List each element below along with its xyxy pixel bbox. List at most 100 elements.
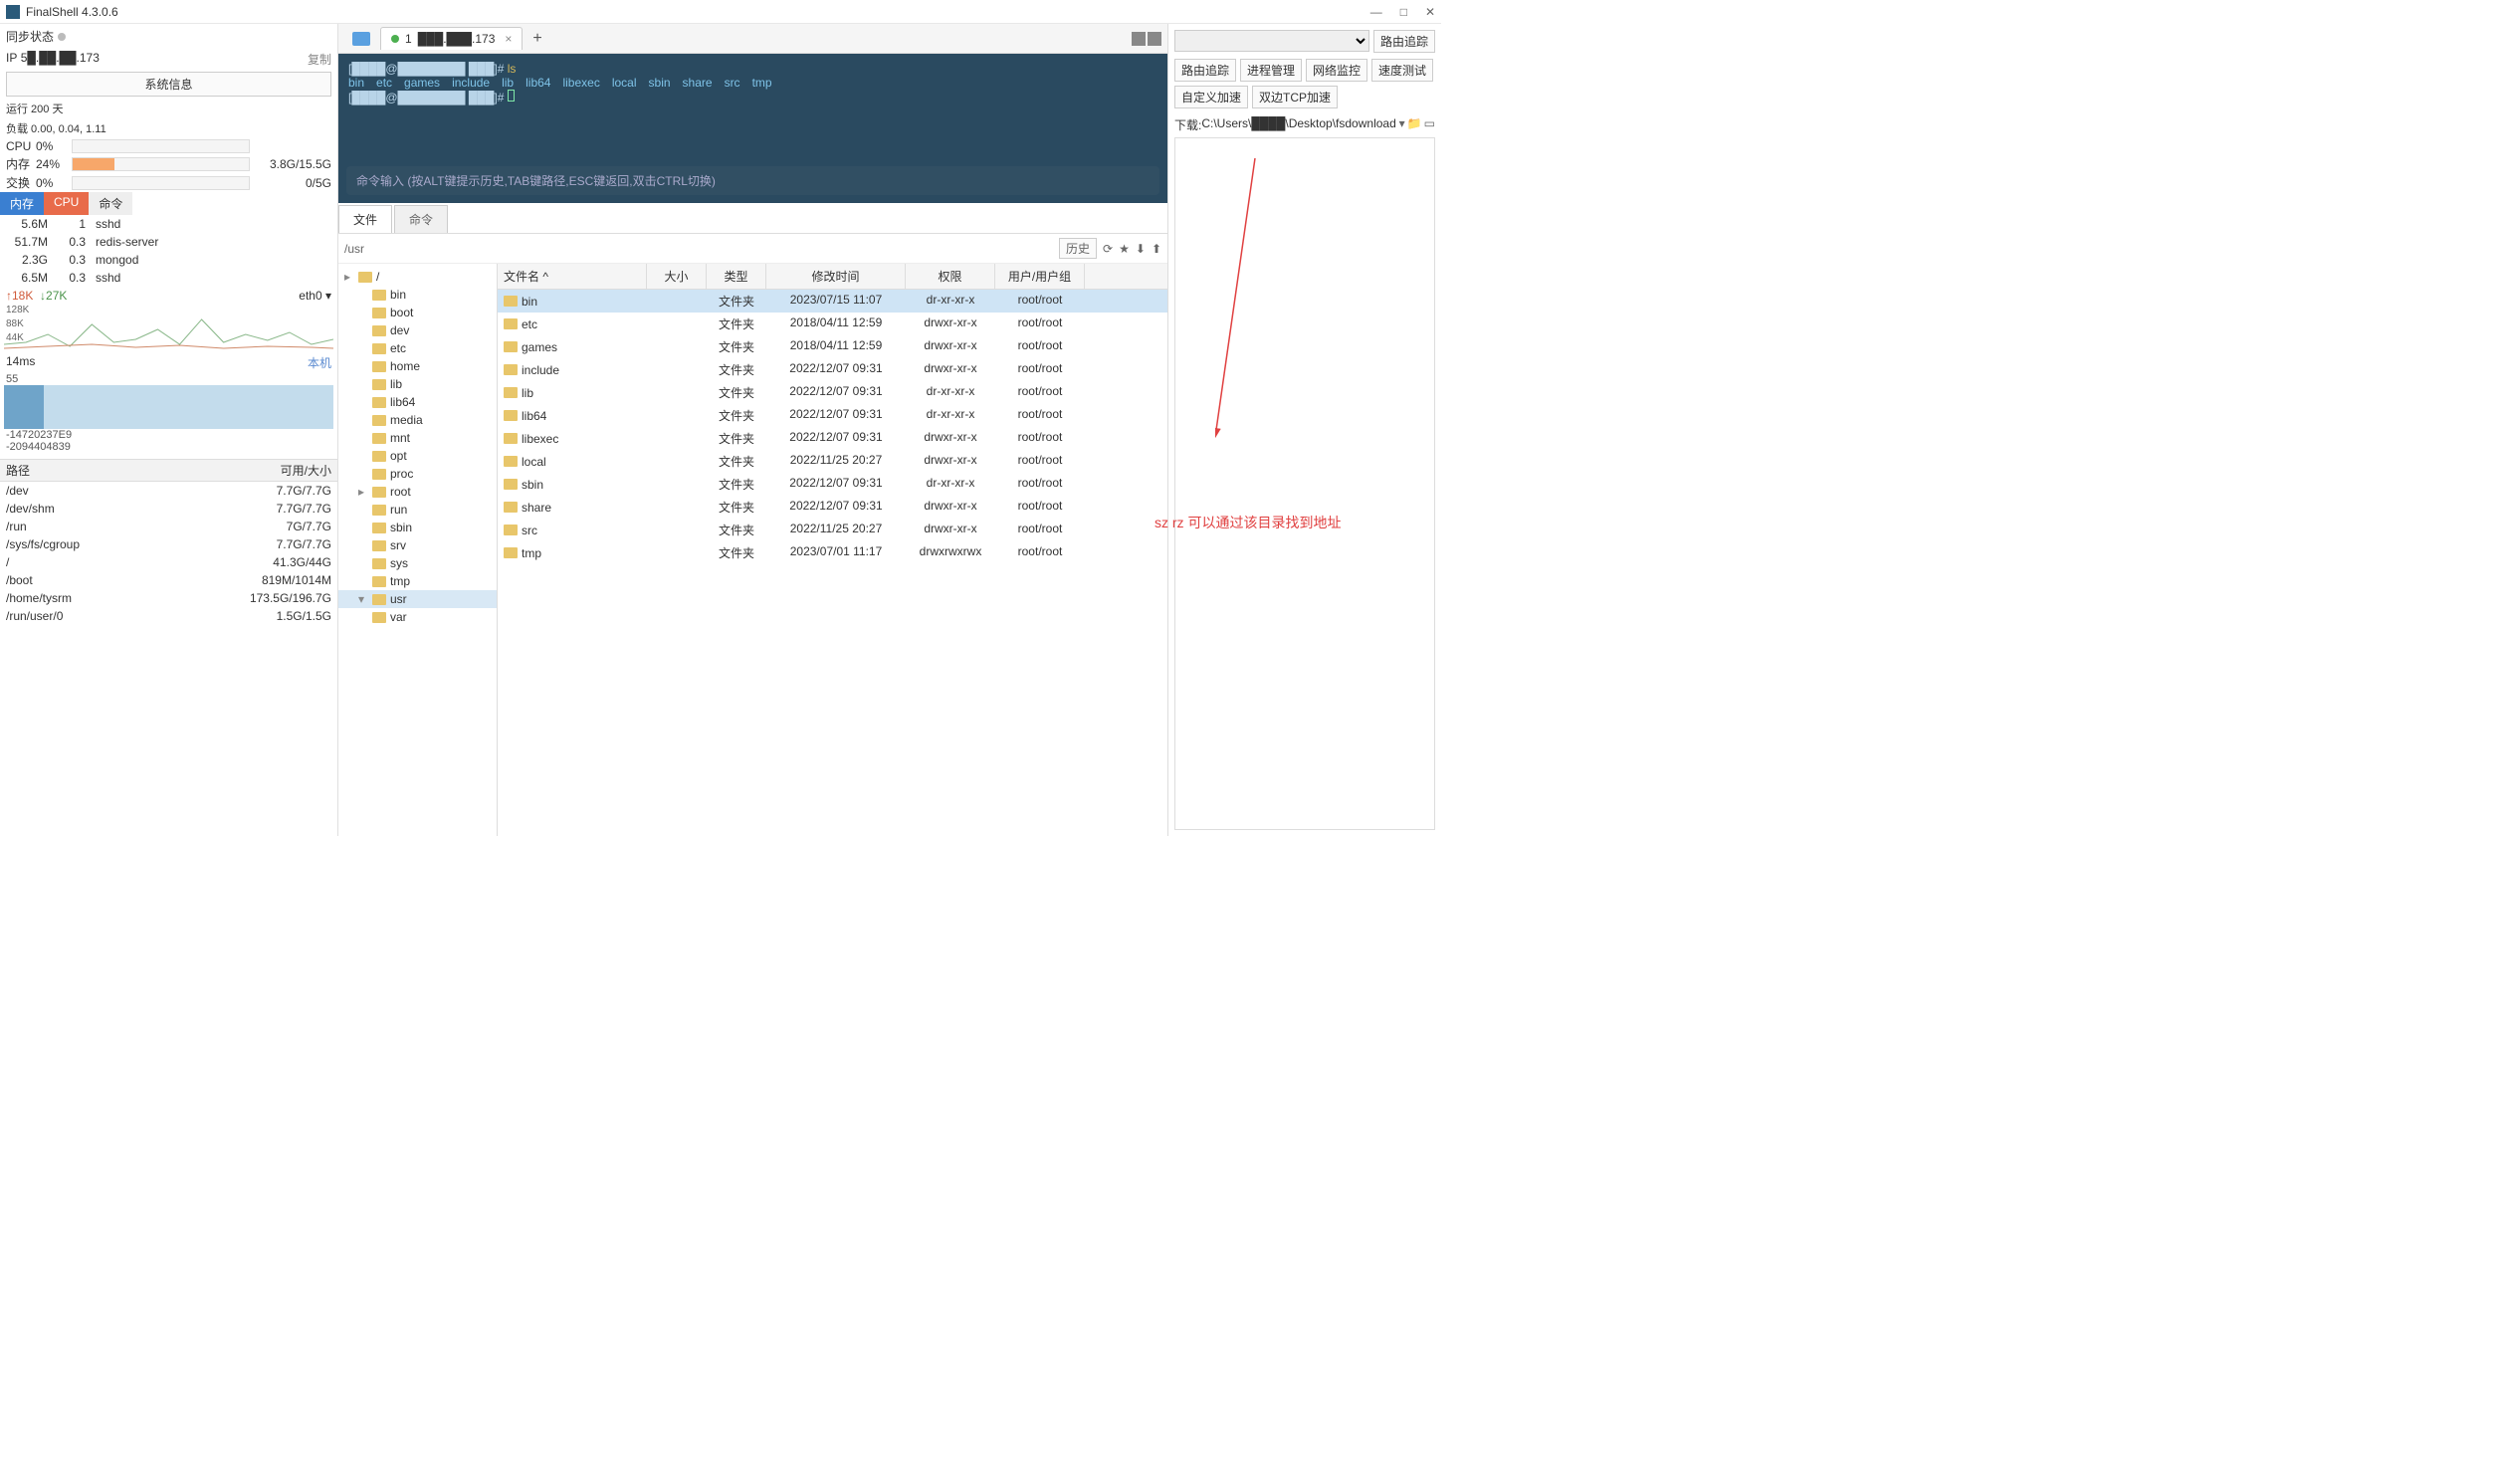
fs-row[interactable]: /sys/fs/cgroup7.7G/7.7G bbox=[0, 535, 337, 553]
proc-tab-cmd[interactable]: 命令 bbox=[89, 192, 132, 215]
fs-row[interactable]: /run7G/7.7G bbox=[0, 518, 337, 535]
system-info-button[interactable]: 系统信息 bbox=[6, 72, 331, 97]
refresh-icon[interactable]: ⟳ bbox=[1103, 242, 1113, 256]
tree-node[interactable]: boot bbox=[338, 304, 497, 321]
tree-node[interactable]: home bbox=[338, 357, 497, 375]
fs-row[interactable]: /dev/shm7.7G/7.7G bbox=[0, 500, 337, 518]
file-row[interactable]: lib64文件夹2022/12/07 09:31dr-xr-xr-xroot/r… bbox=[498, 404, 1167, 427]
tree-node[interactable]: run bbox=[338, 501, 497, 519]
mem-label: 内存 bbox=[6, 155, 36, 172]
maximize-button[interactable]: □ bbox=[1400, 5, 1407, 19]
tree-node[interactable]: ▸/ bbox=[338, 268, 497, 286]
process-row[interactable]: 2.3G0.3mongod bbox=[0, 251, 337, 269]
close-tab-icon[interactable]: × bbox=[505, 32, 512, 46]
file-row[interactable]: etc文件夹2018/04/11 12:59drwxr-xr-xroot/roo… bbox=[498, 313, 1167, 335]
tree-node[interactable]: lib64 bbox=[338, 393, 497, 411]
swap-bar bbox=[72, 176, 250, 190]
file-row[interactable]: tmp文件夹2023/07/01 11:17drwxrwxrwxroot/roo… bbox=[498, 541, 1167, 564]
command-input[interactable]: 命令输入 (按ALT键提示历史,TAB键路径,ESC键返回,双击CTRL切换) bbox=[346, 166, 1159, 195]
mem-bar bbox=[72, 157, 250, 171]
fs-row[interactable]: /boot819M/1014M bbox=[0, 571, 337, 589]
window-title: FinalShell 4.3.0.6 bbox=[26, 5, 118, 19]
tree-node[interactable]: ▾usr bbox=[338, 590, 497, 608]
folder-icon[interactable] bbox=[352, 32, 370, 46]
tree-node[interactable]: sys bbox=[338, 554, 497, 572]
net-iface[interactable]: eth0 bbox=[299, 289, 321, 303]
process-row[interactable]: 6.5M0.3sshd bbox=[0, 269, 337, 287]
directory-tree[interactable]: ▸/binbootdevetchomeliblib64mediamntoptpr… bbox=[338, 264, 498, 836]
copy-ip-button[interactable]: 复制 bbox=[308, 51, 331, 68]
tree-node[interactable]: tmp bbox=[338, 572, 497, 590]
session-tab[interactable]: 1 ███.███.173 × bbox=[380, 27, 523, 50]
star-icon[interactable]: ★ bbox=[1119, 242, 1130, 256]
latency-local[interactable]: 本机 bbox=[308, 354, 331, 371]
download-icon[interactable]: ⬇ bbox=[1136, 242, 1146, 256]
fs-row[interactable]: /dev7.7G/7.7G bbox=[0, 482, 337, 500]
process-row[interactable]: 5.6M1sshd bbox=[0, 215, 337, 233]
tool-button[interactable]: 双边TCP加速 bbox=[1252, 86, 1338, 108]
upload-icon[interactable]: ⬆ bbox=[1152, 242, 1161, 256]
sync-status-dot bbox=[58, 33, 66, 41]
grid-view-icon[interactable] bbox=[1132, 32, 1146, 46]
file-row[interactable]: libexec文件夹2022/12/07 09:31drwxr-xr-xroot… bbox=[498, 427, 1167, 450]
terminal[interactable]: [████@████████ ███]# ls binetcgamesinclu… bbox=[338, 54, 1167, 203]
chevron-down-icon[interactable]: ▾ bbox=[325, 289, 331, 303]
list-view-icon[interactable] bbox=[1148, 32, 1161, 46]
file-row[interactable]: src文件夹2022/11/25 20:27drwxr-xr-xroot/roo… bbox=[498, 519, 1167, 541]
tree-node[interactable]: var bbox=[338, 608, 497, 626]
ip-value: 5█.██.██.173 bbox=[21, 51, 100, 68]
folder-icon[interactable]: ▭ bbox=[1424, 116, 1435, 130]
tool-button[interactable]: 自定义加速 bbox=[1174, 86, 1248, 108]
tree-node[interactable]: bin bbox=[338, 286, 497, 304]
tree-node[interactable]: dev bbox=[338, 321, 497, 339]
fs-row[interactable]: /home/tysrm173.5G/196.7G bbox=[0, 589, 337, 607]
file-row[interactable]: include文件夹2022/12/07 09:31drwxr-xr-xroot… bbox=[498, 358, 1167, 381]
tab-commands[interactable]: 命令 bbox=[394, 205, 448, 233]
file-row[interactable]: games文件夹2018/04/11 12:59drwxr-xr-xroot/r… bbox=[498, 335, 1167, 358]
fs-row[interactable]: /run/user/01.5G/1.5G bbox=[0, 607, 337, 625]
proc-tab-mem[interactable]: 内存 bbox=[0, 192, 44, 215]
tool-button[interactable]: 路由追踪 bbox=[1174, 59, 1236, 82]
history-button[interactable]: 历史 bbox=[1059, 238, 1097, 259]
fs-hdr-path: 路径 bbox=[6, 462, 222, 479]
col-perm[interactable]: 权限 bbox=[906, 264, 995, 289]
file-row[interactable]: local文件夹2022/11/25 20:27drwxr-xr-xroot/r… bbox=[498, 450, 1167, 473]
col-time[interactable]: 修改时间 bbox=[766, 264, 906, 289]
current-path[interactable]: /usr bbox=[344, 242, 364, 256]
tree-node[interactable]: sbin bbox=[338, 519, 497, 536]
tree-node[interactable]: mnt bbox=[338, 429, 497, 447]
col-user[interactable]: 用户/用户组 bbox=[995, 264, 1085, 289]
tree-node[interactable]: lib bbox=[338, 375, 497, 393]
fs-row[interactable]: /41.3G/44G bbox=[0, 553, 337, 571]
col-size[interactable]: 大小 bbox=[647, 264, 707, 289]
close-button[interactable]: ✕ bbox=[1425, 5, 1435, 19]
file-row[interactable]: sbin文件夹2022/12/07 09:31dr-xr-xr-xroot/ro… bbox=[498, 473, 1167, 496]
col-type[interactable]: 类型 bbox=[707, 264, 766, 289]
fs-hdr-size: 可用/大小 bbox=[222, 462, 331, 479]
tool-button[interactable]: 速度测试 bbox=[1371, 59, 1433, 82]
file-row[interactable]: lib文件夹2022/12/07 09:31dr-xr-xr-xroot/roo… bbox=[498, 381, 1167, 404]
tree-node[interactable]: ▸root bbox=[338, 483, 497, 501]
proc-tab-cpu[interactable]: CPU bbox=[44, 192, 89, 215]
tool-button[interactable]: 网络监控 bbox=[1306, 59, 1367, 82]
dropdown-icon[interactable]: ▾ bbox=[1399, 116, 1405, 130]
process-row[interactable]: 51.7M0.3redis-server bbox=[0, 233, 337, 251]
new-tab-button[interactable]: + bbox=[532, 30, 541, 48]
tree-node[interactable]: etc bbox=[338, 339, 497, 357]
tab-files[interactable]: 文件 bbox=[338, 205, 392, 233]
col-name[interactable]: 文件名 ^ bbox=[498, 264, 647, 289]
trace-select[interactable] bbox=[1174, 30, 1369, 52]
tool-button[interactable]: 进程管理 bbox=[1240, 59, 1302, 82]
net-down: ↓27K bbox=[40, 289, 67, 303]
tree-node[interactable]: srv bbox=[338, 536, 497, 554]
file-row[interactable]: bin文件夹2023/07/15 11:07dr-xr-xr-xroot/roo… bbox=[498, 290, 1167, 313]
trace-route-button[interactable]: 路由追踪 bbox=[1373, 30, 1435, 53]
open-folder-icon[interactable]: 📁 bbox=[1407, 116, 1422, 130]
file-row[interactable]: share文件夹2022/12/07 09:31drwxr-xr-xroot/r… bbox=[498, 496, 1167, 519]
minimize-button[interactable]: — bbox=[1370, 5, 1382, 19]
tree-node[interactable]: opt bbox=[338, 447, 497, 465]
tree-node[interactable]: proc bbox=[338, 465, 497, 483]
tree-node[interactable]: media bbox=[338, 411, 497, 429]
titlebar: FinalShell 4.3.0.6 — □ ✕ bbox=[0, 0, 1441, 24]
download-label: 下载: bbox=[1174, 116, 1201, 133]
